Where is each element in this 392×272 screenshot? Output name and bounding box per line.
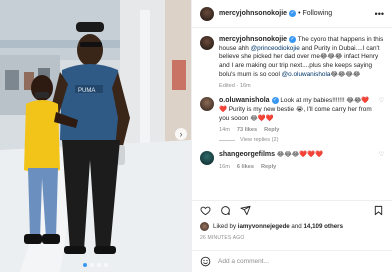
carousel-dot [97, 263, 101, 267]
caption: mercyjohnsonokojie ✓ The cyoro that happe… [200, 36, 384, 89]
others-count[interactable]: 14,109 others [303, 223, 343, 230]
liker-avatar[interactable] [200, 222, 209, 231]
post-details-panel: mercyjohnsonokojie ✓ • Following ••• mer… [191, 0, 392, 272]
share-icon[interactable] [240, 205, 251, 216]
post-header: mercyjohnsonokojie ✓ • Following ••• [192, 0, 392, 28]
verified-badge-icon: ✓ [271, 97, 279, 105]
following-button[interactable]: Following [303, 10, 333, 17]
carousel-dot [90, 263, 94, 267]
author-username[interactable]: mercyjohnsonokojie [219, 10, 287, 17]
caption-edited-time: Edited · 16m [219, 83, 251, 90]
shirt-text: PUMA [78, 88, 95, 94]
heart-icon[interactable] [200, 205, 211, 216]
carousel-dots [0, 263, 191, 267]
liked-by-middle: and [289, 223, 304, 230]
like-comment-heart-icon[interactable]: ♡ [379, 97, 384, 143]
commenter-username[interactable]: shangeorgefilms [219, 151, 275, 158]
comment-input[interactable] [218, 258, 368, 265]
header-separator: • [298, 10, 301, 17]
caption-emojis-1: 😂😂😂 [319, 53, 343, 61]
mention-link[interactable]: @princeodiokojie [251, 45, 300, 52]
comment-likes[interactable]: 73 likes [237, 127, 257, 133]
carousel-dot [104, 263, 108, 267]
post-photo[interactable]: PUMA › [0, 0, 191, 272]
add-comment-bar [192, 250, 392, 272]
replies-divider [219, 139, 235, 141]
comment-text: 😂😂😂❤️❤️❤️ [275, 151, 324, 159]
like-comment-heart-icon[interactable]: ♡ [379, 151, 384, 170]
bookmark-icon[interactable] [373, 205, 384, 216]
comments-list[interactable]: mercyjohnsonokojie ✓ The cyoro that happe… [192, 30, 392, 197]
mention-link[interactable]: @o.oluwanishola [282, 71, 331, 78]
verified-badge-icon: ✓ [289, 10, 297, 17]
caption-emojis-2: 😂😂😂😂 [330, 70, 361, 78]
comment-item: shangeorgefilms 😂😂😂❤️❤️❤️ 16m 6 likes Re… [200, 151, 384, 170]
view-replies-label: View replies (2) [240, 137, 279, 144]
more-options-icon[interactable]: ••• [375, 9, 384, 19]
next-photo-chevron-icon[interactable]: › [175, 128, 187, 140]
commenter-avatar[interactable] [200, 97, 214, 112]
action-bar [192, 200, 392, 220]
author-avatar[interactable] [200, 6, 214, 21]
caption-author-avatar[interactable] [200, 36, 214, 50]
view-replies-button[interactable]: View replies (2) [219, 137, 374, 143]
comment-likes[interactable]: 6 likes [237, 164, 254, 170]
photo-illustration: PUMA [0, 0, 191, 272]
comment-item: o.oluwanishola ✓ Look at my babies!!!!!!!… [200, 97, 384, 143]
liker-username[interactable]: iamyvonnejegede [238, 223, 290, 230]
liked-by-prefix: Liked by [213, 223, 238, 230]
comment-time: 14m [219, 127, 230, 134]
post-time: 26 MINUTES AGO [200, 235, 245, 241]
commenter-username[interactable]: o.oluwanishola [219, 97, 270, 104]
reply-button[interactable]: Reply [261, 164, 276, 170]
emoji-icon[interactable] [200, 256, 211, 267]
carousel-dot [83, 263, 87, 267]
reply-button[interactable]: Reply [264, 127, 279, 133]
commenter-avatar[interactable] [200, 151, 214, 166]
caption-author-username[interactable]: mercyjohnsonokojie [219, 36, 287, 43]
liked-by: Liked by iamyvonnejegede and 14,109 othe… [200, 222, 384, 231]
comment-icon[interactable] [220, 205, 231, 216]
comment-time: 16m [219, 163, 230, 170]
